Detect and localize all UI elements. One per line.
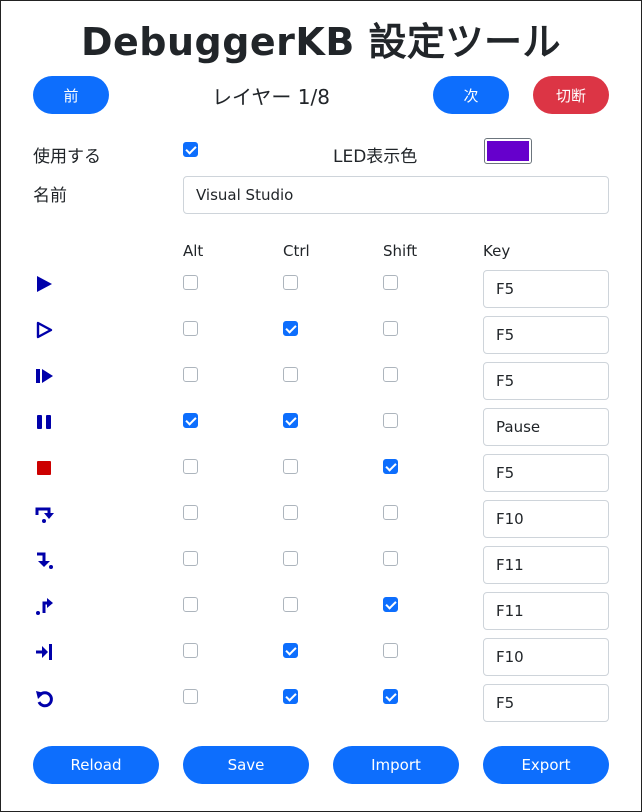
ctrl-checkbox[interactable] bbox=[283, 689, 298, 704]
key-input[interactable]: F11 bbox=[483, 546, 609, 584]
step-into-icon bbox=[33, 549, 55, 571]
shift-checkbox[interactable] bbox=[383, 367, 398, 382]
alt-checkbox[interactable] bbox=[183, 413, 198, 428]
save-button[interactable]: Save bbox=[183, 746, 309, 784]
shift-column-header: Shift bbox=[383, 242, 418, 260]
alt-checkbox[interactable] bbox=[183, 505, 198, 520]
shift-checkbox[interactable] bbox=[383, 459, 398, 474]
next-layer-button[interactable]: 次 bbox=[433, 76, 509, 114]
export-button[interactable]: Export bbox=[483, 746, 609, 784]
import-button[interactable]: Import bbox=[333, 746, 459, 784]
led-color-label: LED表示色 bbox=[333, 147, 418, 167]
shift-checkbox[interactable] bbox=[383, 551, 398, 566]
step-out-icon bbox=[33, 595, 55, 617]
alt-checkbox[interactable] bbox=[183, 643, 198, 658]
ctrl-checkbox[interactable] bbox=[283, 459, 298, 474]
led-color-picker[interactable] bbox=[484, 138, 532, 164]
key-input[interactable]: F10 bbox=[483, 638, 609, 676]
key-input[interactable]: Pause bbox=[483, 408, 609, 446]
layer-indicator: レイヤー 1/8 bbox=[212, 85, 330, 109]
shift-checkbox[interactable] bbox=[383, 413, 398, 428]
reload-button[interactable]: Reload bbox=[33, 746, 159, 784]
shift-checkbox[interactable] bbox=[383, 689, 398, 704]
alt-checkbox[interactable] bbox=[183, 597, 198, 612]
key-column-header: Key bbox=[483, 242, 511, 260]
step-over-icon bbox=[33, 503, 55, 525]
prev-layer-button[interactable]: 前 bbox=[33, 76, 109, 114]
ctrl-checkbox[interactable] bbox=[283, 597, 298, 612]
play-outline-icon bbox=[33, 319, 55, 341]
restart-icon bbox=[33, 687, 55, 709]
shift-checkbox[interactable] bbox=[383, 275, 398, 290]
alt-checkbox[interactable] bbox=[183, 275, 198, 290]
key-input[interactable]: F11 bbox=[483, 592, 609, 630]
alt-checkbox[interactable] bbox=[183, 367, 198, 382]
shift-checkbox[interactable] bbox=[383, 321, 398, 336]
shift-checkbox[interactable] bbox=[383, 643, 398, 658]
ctrl-checkbox[interactable] bbox=[283, 643, 298, 658]
ctrl-column-header: Ctrl bbox=[283, 242, 310, 260]
shift-checkbox[interactable] bbox=[383, 505, 398, 520]
pause-icon bbox=[33, 411, 55, 433]
ctrl-checkbox[interactable] bbox=[283, 275, 298, 290]
use-label: 使用する bbox=[33, 147, 101, 167]
continue-icon bbox=[33, 365, 55, 387]
led-color-swatch bbox=[487, 141, 529, 161]
shift-checkbox[interactable] bbox=[383, 597, 398, 612]
name-label: 名前 bbox=[33, 186, 67, 206]
name-input[interactable]: Visual Studio bbox=[183, 176, 609, 214]
key-input[interactable]: F5 bbox=[483, 684, 609, 722]
key-input[interactable]: F5 bbox=[483, 362, 609, 400]
ctrl-checkbox[interactable] bbox=[283, 367, 298, 382]
run-to-cursor-icon bbox=[33, 641, 55, 663]
app-window: DebuggerKB 設定ツール 前 レイヤー 1/8 次 切断 使用する LE… bbox=[0, 0, 642, 812]
ctrl-checkbox[interactable] bbox=[283, 413, 298, 428]
key-input[interactable]: F5 bbox=[483, 316, 609, 354]
alt-checkbox[interactable] bbox=[183, 321, 198, 336]
ctrl-checkbox[interactable] bbox=[283, 505, 298, 520]
stop-icon bbox=[33, 457, 55, 479]
alt-checkbox[interactable] bbox=[183, 551, 198, 566]
play-icon bbox=[33, 273, 55, 295]
key-input[interactable]: F5 bbox=[483, 454, 609, 492]
ctrl-checkbox[interactable] bbox=[283, 551, 298, 566]
page-title: DebuggerKB 設定ツール bbox=[80, 20, 562, 64]
key-input[interactable]: F5 bbox=[483, 270, 609, 308]
alt-column-header: Alt bbox=[183, 242, 204, 260]
alt-checkbox[interactable] bbox=[183, 459, 198, 474]
key-input[interactable]: F10 bbox=[483, 500, 609, 538]
use-checkbox[interactable] bbox=[183, 142, 198, 157]
disconnect-button[interactable]: 切断 bbox=[533, 76, 609, 114]
ctrl-checkbox[interactable] bbox=[283, 321, 298, 336]
alt-checkbox[interactable] bbox=[183, 689, 198, 704]
